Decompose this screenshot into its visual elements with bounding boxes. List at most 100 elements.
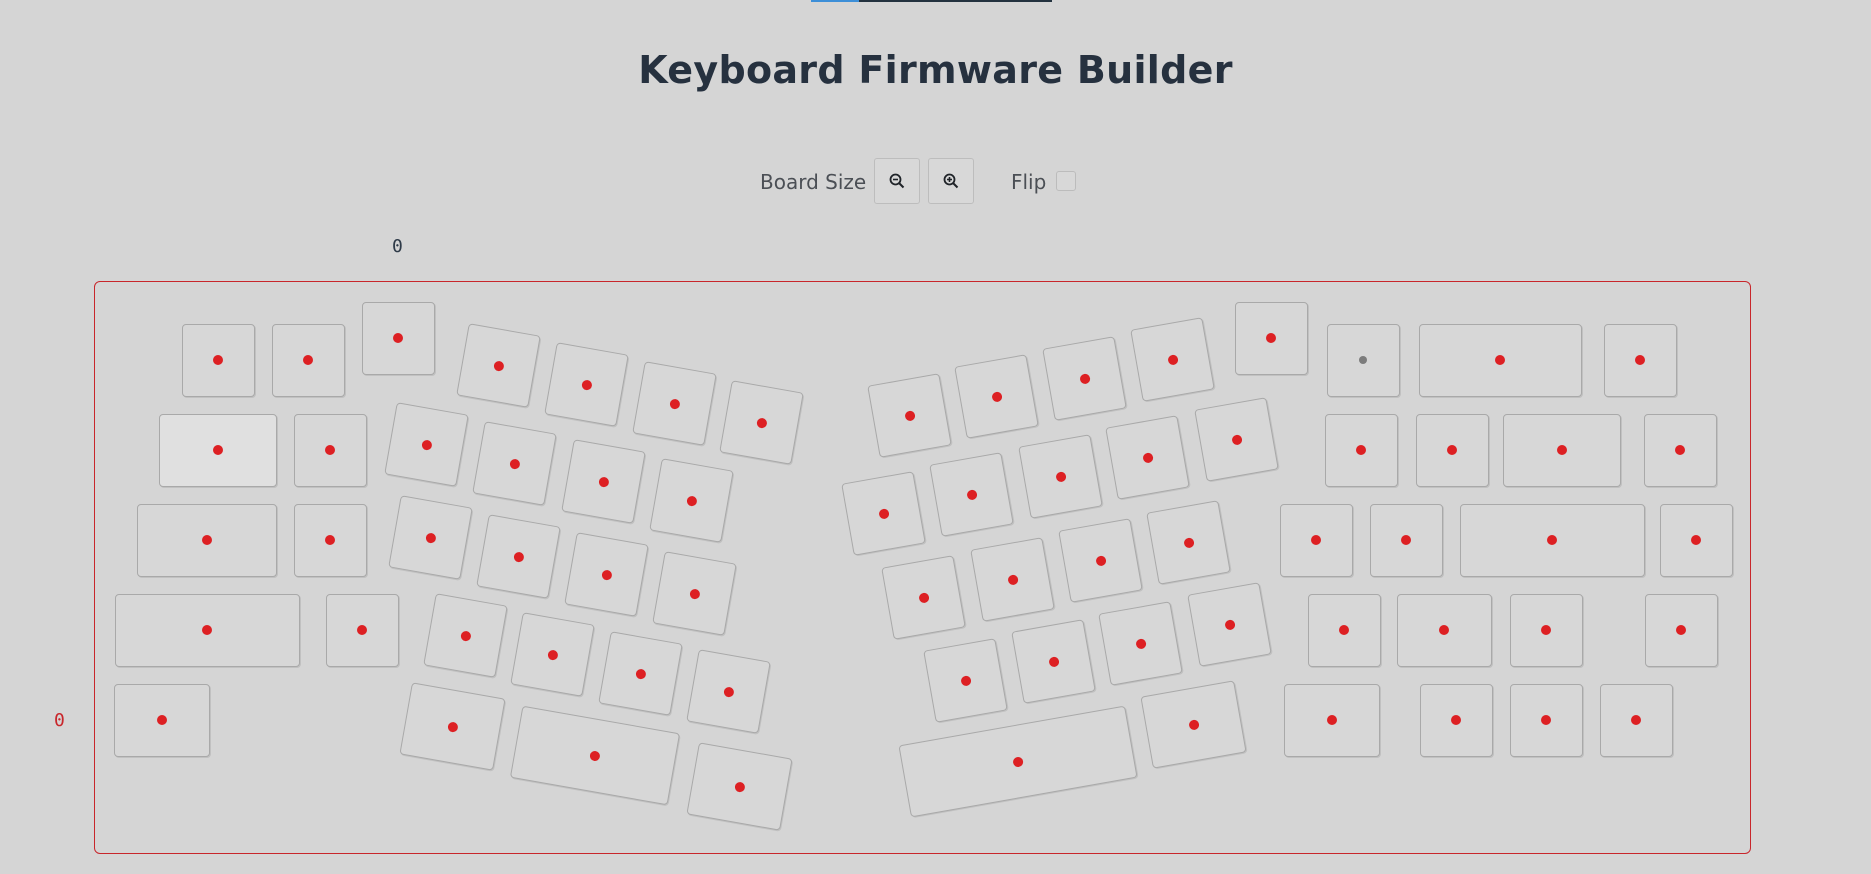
keyboard-key[interactable] [1603, 323, 1677, 397]
keyboard-key[interactable] [1459, 503, 1645, 577]
led-dot [512, 550, 524, 562]
keyboard-key[interactable] [685, 648, 771, 734]
led-dot [213, 355, 223, 365]
keyboard-key[interactable] [651, 550, 737, 636]
keyboard-key[interactable] [1509, 683, 1583, 757]
keyboard-key[interactable] [1145, 499, 1231, 585]
keyboard-key[interactable] [1326, 323, 1400, 397]
led-dot [1047, 655, 1059, 667]
keyboard-key[interactable] [1503, 413, 1621, 487]
keyboard-key[interactable] [471, 420, 557, 506]
keyboard-key[interactable] [969, 536, 1055, 622]
keyboard-key[interactable] [953, 353, 1039, 439]
keyboard-key[interactable] [1419, 683, 1493, 757]
keyboard-key[interactable] [1396, 593, 1492, 667]
led-dot [1078, 372, 1090, 384]
keyboard-key[interactable] [631, 360, 717, 446]
keyboard-key[interactable] [685, 741, 793, 831]
led-dot [1012, 755, 1024, 767]
led-dot [1631, 715, 1641, 725]
keyboard-key[interactable] [1279, 503, 1353, 577]
led-dot [959, 674, 971, 686]
led-dot [303, 355, 313, 365]
led-dot [202, 535, 212, 545]
keyboard-key[interactable] [1129, 316, 1215, 402]
keyboard-key[interactable] [543, 341, 629, 427]
keyboard-key[interactable] [1418, 323, 1582, 397]
keyboard-key[interactable] [1193, 396, 1279, 482]
keyboard-key[interactable] [383, 401, 469, 487]
keyboard-key[interactable] [560, 438, 646, 524]
keyboard-key[interactable] [422, 592, 508, 678]
keyboard-key[interactable] [1659, 503, 1733, 577]
flip-label: Flip [1011, 170, 1047, 194]
zoom-out-button[interactable] [874, 158, 920, 204]
keyboard-key[interactable] [325, 593, 399, 667]
keyboard-key[interactable] [181, 323, 255, 397]
flip-checkbox[interactable] [1056, 171, 1076, 191]
led-dot [1141, 451, 1153, 463]
keyboard-key[interactable] [1057, 517, 1143, 603]
keyboard-key[interactable] [387, 494, 473, 580]
keyboard-key[interactable] [1097, 600, 1183, 686]
zoom-in-button[interactable] [928, 158, 974, 204]
keyboard-key[interactable] [509, 705, 681, 805]
keyboard-key[interactable] [1599, 683, 1673, 757]
keyboard-key[interactable] [563, 531, 649, 617]
keyboard-key[interactable] [1415, 413, 1489, 487]
led-dot [1447, 445, 1457, 455]
led-dot [325, 445, 335, 455]
keyboard-key[interactable] [271, 323, 345, 397]
keyboard-key[interactable] [1010, 618, 1096, 704]
keyboard-key[interactable] [880, 554, 966, 640]
column-marker: 0 [392, 236, 403, 257]
keyboard-key[interactable] [137, 503, 277, 577]
keyboard-key[interactable] [928, 451, 1014, 537]
keyboard-key[interactable] [1186, 581, 1272, 667]
keyboard-key[interactable] [1017, 433, 1103, 519]
led-dot [1187, 718, 1199, 730]
keyboard-key[interactable] [840, 470, 926, 556]
keyboard-key[interactable] [475, 513, 561, 599]
keyboard-key[interactable] [1284, 683, 1380, 757]
led-dot [600, 568, 612, 580]
led-dot [424, 531, 436, 543]
keyboard-key[interactable] [159, 413, 277, 487]
keyboard-key[interactable] [1139, 679, 1247, 769]
keyboard-key[interactable] [1104, 414, 1190, 500]
keyboard-key[interactable] [1644, 593, 1718, 667]
keyboard-key[interactable] [1324, 413, 1398, 487]
led-dot [1691, 535, 1701, 545]
keyboard-key[interactable] [1307, 593, 1381, 667]
zoom-out-icon [889, 173, 905, 189]
keyboard-key[interactable] [509, 611, 595, 697]
load-progress-bar [811, 0, 1052, 2]
keyboard-key[interactable] [1041, 335, 1127, 421]
keyboard-key[interactable] [866, 372, 952, 458]
led-dot [1182, 536, 1194, 548]
keyboard-key[interactable] [398, 681, 506, 771]
led-dot [1356, 445, 1366, 455]
keyboard-key[interactable] [1509, 593, 1583, 667]
keyboard-key[interactable] [114, 593, 300, 667]
keyboard-key[interactable] [455, 322, 541, 408]
keyboard-key[interactable] [1234, 301, 1308, 375]
keyboard-key[interactable] [293, 503, 367, 577]
keyboard-key[interactable] [648, 457, 734, 543]
keyboard-key[interactable] [114, 683, 210, 757]
keyboard-key[interactable] [597, 630, 683, 716]
led-dot [1547, 535, 1557, 545]
led-dot [1230, 433, 1242, 445]
keyboard-key[interactable] [293, 413, 367, 487]
led-dot [1166, 353, 1178, 365]
keyboard-key[interactable] [361, 301, 435, 375]
keyboard-key[interactable] [922, 637, 1008, 723]
led-dot [546, 648, 558, 660]
keyboard-key[interactable] [1643, 413, 1717, 487]
led-dot [634, 667, 646, 679]
keyboard-key[interactable] [1369, 503, 1443, 577]
led-dot [877, 507, 889, 519]
row-marker: 0 [54, 710, 65, 731]
keyboard-key[interactable] [898, 705, 1138, 817]
keyboard-key[interactable] [718, 379, 804, 465]
